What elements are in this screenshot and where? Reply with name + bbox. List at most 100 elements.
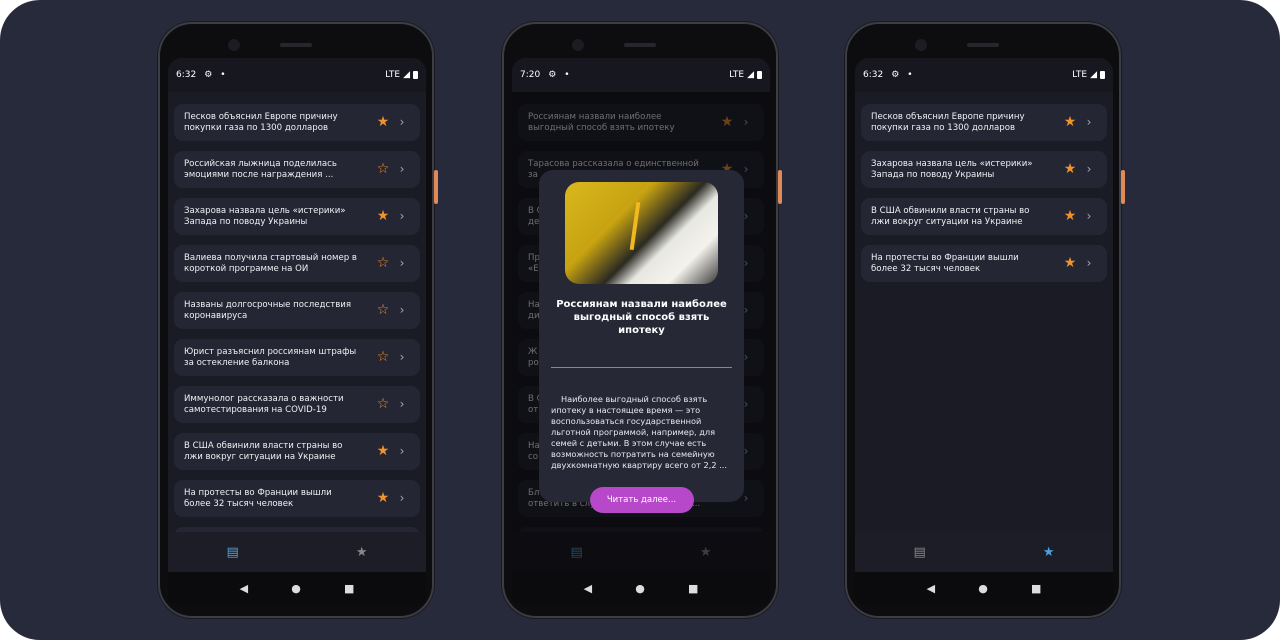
network-label: LTE xyxy=(729,70,745,80)
system-navigation: ◀ ● ■ xyxy=(168,572,426,604)
chevron-right-icon[interactable]: › xyxy=(394,163,410,175)
chevron-right-icon[interactable]: › xyxy=(394,398,410,410)
chevron-right-icon[interactable]: › xyxy=(394,351,410,363)
status-bar: 6:32 ⚙ • LTE ◢ xyxy=(855,58,1113,92)
news-item[interactable]: Российская лыжница поделилась эмоциями п… xyxy=(174,151,420,188)
tab-favorites[interactable]: ★ xyxy=(356,545,368,560)
gear-icon: ⚙ xyxy=(204,70,213,80)
star-outline-icon[interactable]: ☆ xyxy=(372,162,394,176)
status-bar: 7:20 ⚙ • LTE ◢ xyxy=(512,58,770,92)
chevron-right-icon[interactable]: › xyxy=(394,492,410,504)
phone-article-preview: 7:20 ⚙ • LTE◢ Россиянам назвали наиболее в… xyxy=(502,22,782,618)
star-filled-icon[interactable]: ★ xyxy=(372,444,394,458)
news-item[interactable]: В США обвинили власти страны во лжи вокр… xyxy=(861,198,1107,235)
news-title: Захарова назвала цель «истерики» Запада … xyxy=(184,205,346,227)
system-navigation: ◀ ● ■ xyxy=(512,572,770,604)
tab-news[interactable]: ▤ xyxy=(227,545,239,560)
star-filled-icon[interactable]: ★ xyxy=(1059,115,1081,129)
news-title: Названы долгосрочные последствия коронав… xyxy=(184,299,352,321)
divider xyxy=(551,367,732,368)
signal-icon: ◢ xyxy=(747,70,754,80)
gear-icon: ⚙ xyxy=(891,70,900,80)
news-title: В США обвинили власти страны во лжи вокр… xyxy=(871,205,1030,227)
tab-favorites[interactable]: ★ xyxy=(1043,545,1055,560)
camera xyxy=(572,39,584,51)
power-button xyxy=(434,170,438,204)
star-outline-icon[interactable]: ☆ xyxy=(372,256,394,270)
power-button xyxy=(778,170,782,204)
tab-news[interactable]: ▤ xyxy=(914,545,926,560)
network-label: LTE xyxy=(1072,70,1088,80)
news-item[interactable]: Иммунолог рассказала о важности самотест… xyxy=(174,386,420,423)
chevron-right-icon[interactable]: › xyxy=(1081,210,1097,222)
signal-icon: ◢ xyxy=(403,70,410,80)
star-filled-icon[interactable]: ★ xyxy=(372,209,394,223)
star-filled-icon[interactable]: ★ xyxy=(1059,256,1081,270)
star-filled-icon[interactable]: ★ xyxy=(372,491,394,505)
dot-icon: • xyxy=(907,70,913,80)
news-title: Песков объяснил Европе причину покупки г… xyxy=(871,111,1025,133)
star-outline-icon[interactable]: ☆ xyxy=(372,350,394,364)
star-filled-icon[interactable]: ★ xyxy=(1059,162,1081,176)
news-title: Захарова назвала цель «истерики» Запада … xyxy=(871,158,1033,180)
article-image xyxy=(565,182,718,284)
news-title: Иммунолог рассказала о важности самотест… xyxy=(184,393,344,415)
chevron-right-icon[interactable]: › xyxy=(1081,257,1097,269)
news-item[interactable]: Названы долгосрочные последствия коронав… xyxy=(174,292,420,329)
showcase-background: 6:32 ⚙ • LTE ◢ Песков объяснил Европе причи… xyxy=(0,0,1280,640)
back-icon[interactable]: ◀ xyxy=(240,582,248,595)
phone-favorites: 6:32 ⚙ • LTE ◢ Песков объяснил Европе причи… xyxy=(845,22,1125,618)
star-filled-icon[interactable]: ★ xyxy=(372,115,394,129)
battery-icon xyxy=(757,71,762,79)
chevron-right-icon[interactable]: › xyxy=(394,445,410,457)
news-title: Валиева получила стартовый номер в корот… xyxy=(184,252,357,274)
news-item[interactable]: На протесты во Франции вышли более 32 ты… xyxy=(861,245,1107,282)
back-icon[interactable]: ◀ xyxy=(584,582,592,595)
speaker xyxy=(280,43,312,47)
camera xyxy=(915,39,927,51)
news-item[interactable]: В США обвинили власти страны во лжи вокр… xyxy=(174,433,420,470)
bottom-navigation: ▤★ xyxy=(168,532,426,572)
news-item[interactable]: Песков объяснил Европе причину покупки г… xyxy=(861,104,1107,141)
recents-icon[interactable]: ■ xyxy=(688,582,698,595)
news-list: Песков объяснил Европе причину покупки г… xyxy=(861,104,1107,292)
news-item[interactable]: На протесты во Франции вышли более 32 ты… xyxy=(174,480,420,517)
news-item[interactable]: Песков объяснил Европе причину покупки г… xyxy=(174,104,420,141)
dot-icon: • xyxy=(220,70,226,80)
chevron-right-icon[interactable]: › xyxy=(1081,116,1097,128)
news-title: Юрист разъяснил россиянам штрафы за осте… xyxy=(184,346,357,368)
battery-icon xyxy=(413,71,418,79)
star-outline-icon[interactable]: ☆ xyxy=(372,397,394,411)
status-bar: 6:32 ⚙ • LTE ◢ xyxy=(168,58,426,92)
news-item[interactable]: Валиева получила стартовый номер в корот… xyxy=(174,245,420,282)
chevron-right-icon[interactable]: › xyxy=(1081,163,1097,175)
power-button xyxy=(1121,170,1125,204)
home-icon[interactable]: ● xyxy=(291,582,301,595)
news-item[interactable]: Юрист разъяснил россиянам штрафы за осте… xyxy=(174,339,420,376)
home-icon[interactable]: ● xyxy=(978,582,988,595)
home-icon[interactable]: ● xyxy=(635,582,645,595)
chevron-right-icon[interactable]: › xyxy=(394,257,410,269)
read-more-button[interactable]: Читать далее... xyxy=(589,487,694,513)
star-outline-icon[interactable]: ☆ xyxy=(372,303,394,317)
clock: 6:32 xyxy=(176,70,197,80)
news-item[interactable]: Захарова назвала цель «истерики» Запада … xyxy=(861,151,1107,188)
chevron-right-icon[interactable]: › xyxy=(394,116,410,128)
star-filled-icon[interactable]: ★ xyxy=(1059,209,1081,223)
news-item[interactable]: Захарова назвала цель «истерики» Запада … xyxy=(174,198,420,235)
news-title: На протесты во Франции вышли более 32 ты… xyxy=(871,252,1019,274)
gear-icon: ⚙ xyxy=(548,70,557,80)
news-title: Российская лыжница поделилась эмоциями п… xyxy=(184,158,337,180)
signal-icon: ◢ xyxy=(1090,70,1097,80)
chevron-right-icon[interactable]: › xyxy=(394,210,410,222)
article-excerpt: Наиболее выгодный способ взять ипотеку в… xyxy=(551,394,727,470)
back-icon[interactable]: ◀ xyxy=(927,582,935,595)
chevron-right-icon[interactable]: › xyxy=(394,304,410,316)
recents-icon[interactable]: ■ xyxy=(344,582,354,595)
recents-icon[interactable]: ■ xyxy=(1031,582,1041,595)
phone-news-list: 6:32 ⚙ • LTE ◢ Песков объяснил Европе причи… xyxy=(158,22,438,618)
bottom-navigation: ▤★ xyxy=(855,532,1113,572)
article-dialog: Россиянам назвали наиболее выгодный спос… xyxy=(539,170,744,513)
screen: 6:32 ⚙ • LTE ◢ Песков объяснил Европе причи… xyxy=(168,58,426,604)
screen: 7:20 ⚙ • LTE◢ Россиянам назвали наиболее в… xyxy=(512,58,770,604)
